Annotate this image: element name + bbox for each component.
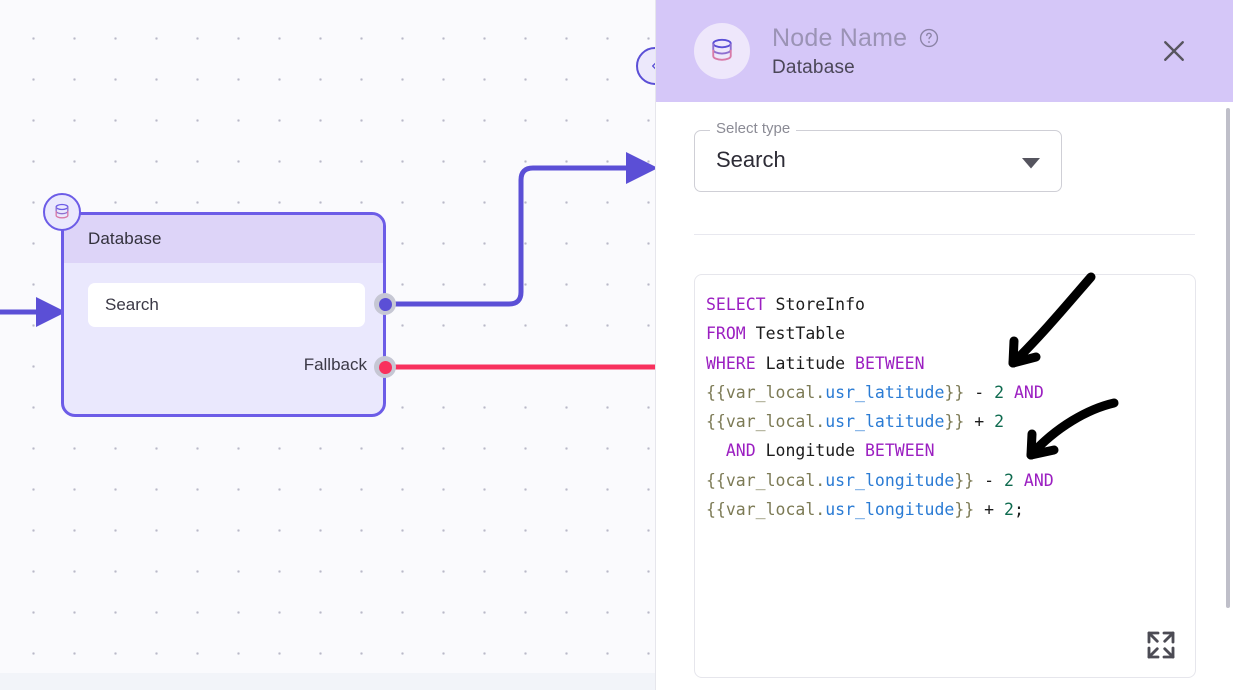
flow-canvas[interactable]: Database Search Fallback [0, 0, 655, 690]
code-token: usr_latitude [825, 412, 945, 432]
node-output-port-fallback[interactable] [374, 356, 396, 378]
code-token: + [964, 412, 995, 432]
database-node-header: Database [64, 215, 383, 263]
question-mark-circle-icon[interactable] [918, 27, 940, 49]
select-type-field[interactable]: Select type Search [694, 120, 1062, 192]
panel-collapse-button[interactable] [636, 47, 655, 85]
code-token: {{var_local. [706, 382, 826, 402]
code-token: }} [944, 382, 965, 402]
code-token: 2 [1004, 500, 1014, 520]
code-token: 2 [994, 382, 1005, 402]
database-node-body: Search Fallback [64, 263, 383, 414]
code-token: Longitude [755, 441, 865, 461]
sql-code-editor[interactable]: SELECT StoreInfo FROM TestTable WHERE Lati… [694, 274, 1196, 678]
close-button[interactable] [1155, 32, 1193, 70]
code-token: FROM [706, 324, 746, 344]
panel-header: Node Name Database [656, 0, 1233, 102]
code-token: TestTable [745, 324, 846, 344]
code-token: + [974, 500, 1005, 520]
panel-node-subtitle: Database [772, 56, 855, 78]
panel-title-row: Node Name [772, 24, 940, 53]
node-details-panel: Node Name Database Select type Search SE… [655, 0, 1233, 690]
code-token: {{var_local. [706, 500, 826, 520]
close-icon [1164, 41, 1184, 61]
panel-node-name: Node Name [772, 23, 908, 52]
node-output-port-main[interactable] [374, 293, 396, 315]
chevron-left-icon [652, 62, 655, 70]
code-token: AND [1014, 382, 1044, 402]
code-line: FROM TestTable [706, 319, 1195, 348]
node-search-field[interactable]: Search [88, 283, 365, 327]
code-line: WHERE Latitude BETWEEN [706, 349, 1195, 378]
code-token: - [974, 470, 1005, 490]
sql-code-content[interactable]: SELECT StoreInfo FROM TestTable WHERE Lati… [695, 275, 1195, 524]
code-token: BETWEEN [864, 441, 935, 461]
code-token: - [964, 382, 995, 402]
select-type-value: Search [716, 147, 786, 172]
select-type-legend: Select type [710, 120, 797, 137]
database-node-title: Database [88, 229, 162, 248]
code-token: AND [1023, 470, 1054, 490]
code-line: {{var_local.usr_longitude}} - 2 AND [706, 466, 1195, 495]
canvas-footer-strip [0, 673, 655, 690]
code-token: AND [725, 441, 756, 461]
code-token: {{var_local. [706, 412, 826, 432]
code-line: SELECT StoreInfo [706, 290, 1195, 319]
code-token: usr_longitude [825, 500, 955, 520]
code-line: {{var_local.usr_latitude}} - 2 AND [706, 378, 1195, 407]
code-token: usr_latitude [825, 382, 945, 402]
panel-header-text: Node Name Database [772, 24, 940, 79]
code-token: }} [954, 500, 975, 520]
database-icon [694, 23, 750, 79]
node-fallback-label: Fallback [303, 355, 367, 374]
panel-scrollbar[interactable] [1226, 108, 1230, 608]
code-token: WHERE [706, 353, 756, 373]
expand-fullscreen-icon[interactable] [1143, 627, 1179, 663]
code-line: {{var_local.usr_latitude}} + 2 [706, 407, 1195, 436]
code-token: usr_longitude [825, 470, 955, 490]
code-token: Latitude [755, 353, 856, 373]
port-dot [378, 360, 392, 374]
code-line: AND Longitude BETWEEN [706, 436, 1195, 465]
port-dot [378, 297, 392, 311]
code-token: }} [944, 412, 965, 432]
panel-divider [694, 234, 1195, 235]
panel-body: Select type Search SELECT StoreInfo FROM … [656, 120, 1233, 678]
app-root: Database Search Fallback Node Name Datab… [0, 0, 1233, 690]
code-line: {{var_local.usr_longitude}} + 2; [706, 495, 1195, 524]
database-node[interactable]: Database Search Fallback [61, 212, 386, 417]
database-icon [43, 193, 81, 231]
code-token: ; [1013, 500, 1024, 520]
code-token: BETWEEN [855, 353, 925, 373]
code-token: 2 [1004, 470, 1014, 490]
code-token: 2 [994, 412, 1005, 432]
code-token: {{var_local. [706, 470, 826, 490]
code-token: SELECT [706, 295, 766, 314]
chevron-down-icon[interactable] [1022, 156, 1040, 174]
code-token: }} [954, 470, 975, 490]
code-token: StoreInfo [765, 295, 865, 314]
